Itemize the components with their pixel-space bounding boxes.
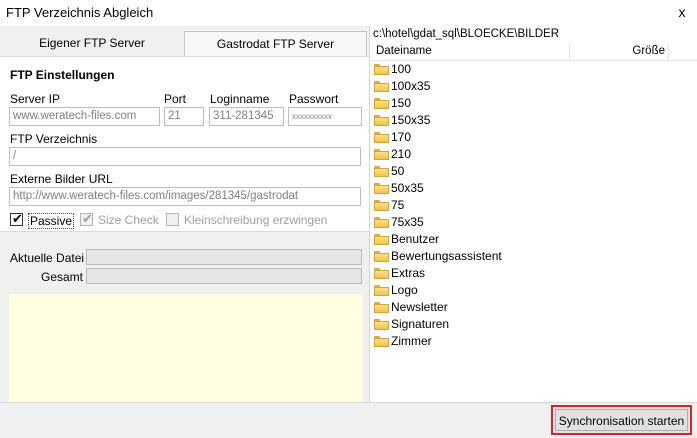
folder-icon [374, 64, 389, 75]
folder-icon [374, 251, 389, 262]
folder-icon [374, 132, 389, 143]
column-header-filename[interactable]: Dateiname [371, 43, 570, 61]
list-item-label: Newsletter [391, 300, 448, 314]
column-header-size[interactable]: Größe [570, 43, 669, 61]
title-bar: FTP Verzeichnis Abgleich x [0, 0, 697, 26]
tab-gastrodat-ftp-server[interactable]: Gastrodat FTP Server [184, 31, 367, 56]
server-ip-label: Server IP [10, 92, 61, 106]
tab-eigener-ftp-server[interactable]: Eigener FTP Server [0, 31, 184, 56]
password-field[interactable]: xxxxxxxxxx [288, 107, 362, 126]
folder-icon [374, 285, 389, 296]
folder-icon [374, 268, 389, 279]
list-item-label: Bewertungsassistent [391, 249, 502, 263]
list-item-label: 210 [391, 147, 412, 161]
list-item-label: Signaturen [391, 317, 450, 331]
check-icon: ✔ [12, 211, 23, 226]
passive-label[interactable]: Passive [28, 213, 75, 229]
log-area [9, 294, 363, 402]
current-file-label: Aktuelle Datei [10, 251, 85, 265]
file-list: 100 100x35 150 150x35 170 210 50 50x35 75 75x35 Be… [371, 61, 697, 401]
list-item-label: Logo [391, 283, 418, 297]
folder-icon [374, 200, 389, 211]
folder-icon [374, 336, 389, 347]
sync-start-button-label[interactable]: Synchronisation starten [555, 409, 688, 431]
ftp-dir-field[interactable]: / [9, 147, 361, 166]
image-url-label: Externe Bilder URL [10, 172, 113, 186]
login-label: Loginname [210, 92, 270, 106]
sync-start-button[interactable]: Synchronisation starten [551, 405, 692, 435]
current-file-progress [86, 249, 362, 265]
ftp-dir-label: FTP Verzeichnis [10, 132, 98, 146]
folder-icon [374, 319, 389, 330]
list-item-label: 75 [391, 198, 405, 212]
port-label: Port [164, 92, 187, 106]
list-item-label: 50 [391, 164, 405, 178]
list-item-label: 50x35 [391, 181, 424, 195]
folder-icon [374, 302, 389, 313]
list-item-label: Zimmer [391, 334, 432, 348]
list-item-label: 100x35 [391, 79, 431, 93]
image-url-field[interactable]: http://www.weratech-files.com/images/281… [9, 187, 361, 206]
login-field[interactable]: 311-281345 [209, 107, 284, 126]
folder-icon [374, 81, 389, 92]
folder-icon [374, 183, 389, 194]
port-field[interactable]: 21 [164, 107, 204, 126]
list-item-label: 75x35 [391, 215, 424, 229]
close-icon[interactable]: x [670, 2, 694, 24]
window-title: FTP Verzeichnis Abgleich [6, 5, 154, 20]
server-ip-field[interactable]: www.weratech-files.com [9, 107, 160, 126]
check-icon: ✔ [82, 211, 93, 226]
lowercase-checkbox[interactable] [166, 213, 179, 226]
ftp-settings-heading: FTP Einstellungen [10, 68, 115, 82]
lowercase-label[interactable]: Kleinschreibung erzwingen [184, 213, 327, 227]
passive-checkbox[interactable]: ✔ [10, 211, 23, 226]
total-progress [86, 268, 362, 284]
folder-icon [374, 98, 389, 109]
list-item-label: 100 [391, 62, 412, 76]
list-header: Dateiname Größe [371, 43, 697, 61]
path-bar: c:\hotel\gdat_sql\BLOECKE\BILDER [371, 27, 697, 43]
total-label: Gesamt [41, 270, 84, 284]
list-item-label: Extras [391, 266, 426, 280]
password-label: Passwort [289, 92, 339, 106]
list-item-label: Benutzer [391, 232, 440, 246]
size-check-checkbox[interactable]: ✔ [80, 211, 93, 226]
folder-icon [374, 217, 389, 228]
folder-icon [374, 166, 389, 177]
list-item-label: 170 [391, 130, 412, 144]
folder-icon [374, 115, 389, 126]
size-check-label[interactable]: Size Check [98, 213, 159, 227]
list-item-label: 150x35 [391, 113, 431, 127]
list-item-label: 150 [391, 96, 412, 110]
folder-icon [374, 234, 389, 245]
folder-icon [374, 149, 389, 160]
